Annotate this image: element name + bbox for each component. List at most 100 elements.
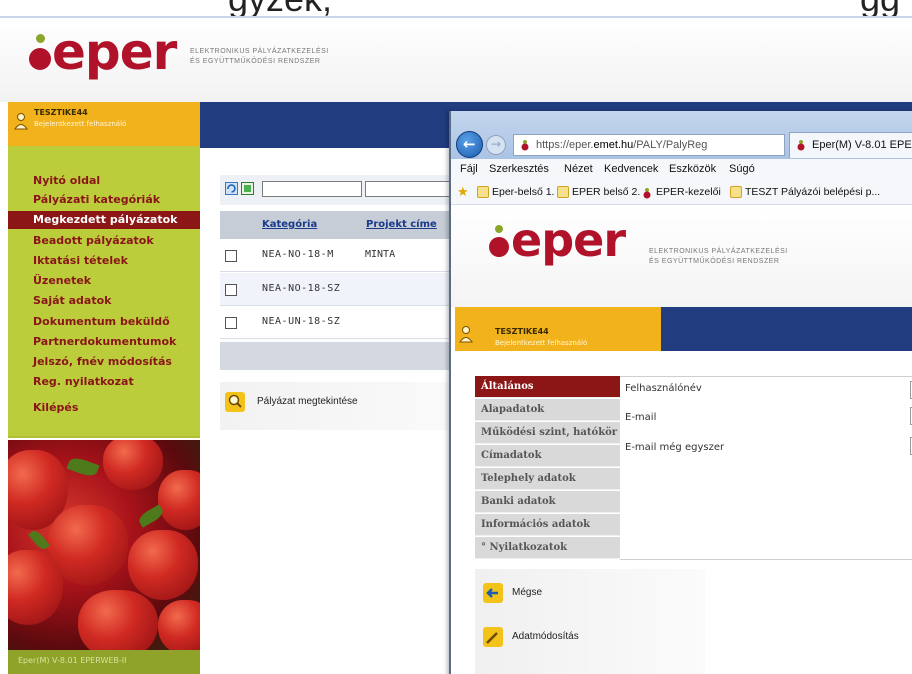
view-application-action[interactable]: Pályázat megtekintése: [220, 382, 452, 430]
filter-input-title[interactable]: [365, 181, 455, 197]
user-icon: [459, 326, 473, 343]
inner-subtitle-line2: ÉS EGYÜTTMŰKÖDÉSI RENDSZER: [649, 258, 780, 265]
row-checkbox[interactable]: [225, 250, 237, 262]
sidebar-item-jelszo-modositas[interactable]: Jelszó, fnév módosítás: [8, 353, 200, 371]
favorite-page-icon: [477, 186, 489, 198]
sidebar-item-beadott-palyazatok[interactable]: Beadott pályázatok: [8, 232, 200, 250]
row-category: NEA-NO-18-M: [262, 249, 334, 260]
tab-altalanos[interactable]: Általános: [475, 376, 620, 398]
logo-berry-icon: [489, 237, 509, 257]
cancel-label: Mégse: [512, 587, 543, 598]
inner-app-subtitle: ELEKTRONIKUS PÁLYÁZATKEZELÉSI ÉS EGYÜTTM…: [649, 247, 788, 267]
inner-user-name: TESZTIKE44: [495, 327, 549, 336]
favorites-star-icon[interactable]: ★: [457, 184, 469, 200]
menu-file[interactable]: Fájl: [460, 163, 478, 175]
sidebar-item-uzenetek[interactable]: Üzenetek: [8, 272, 200, 290]
inner-header-band: [661, 307, 912, 351]
favorites-bar: ★ Eper-belső 1. EPER belső 2. EPER-kezel…: [451, 181, 912, 205]
general-form: Felhasználónév E-mail E-mail még egyszer: [620, 376, 912, 560]
menu-edit[interactable]: Szerkesztés: [489, 163, 549, 175]
logo-text: eper: [52, 23, 177, 81]
username-label: Felhasználónév: [625, 383, 702, 394]
address-bar[interactable]: https://eper.emet.hu/PALY/PalyReg ⌕ ▾ 🔒 …: [513, 134, 785, 156]
menu-tools[interactable]: Eszközök: [669, 163, 716, 175]
inner-user-panel: TESZTIKE44 Bejelentkezett felhasználó: [455, 307, 661, 351]
excel-export-icon[interactable]: [241, 182, 254, 195]
sidebar-item-partnerdokumentumok[interactable]: Partnerdokumentumok: [8, 333, 200, 351]
refresh-icon[interactable]: [225, 182, 238, 195]
sidebar-item-megkezdett-palyazatok[interactable]: Megkezdett pályázatok: [8, 211, 200, 229]
app-subtitle-line1: ELEKTRONIKUS PÁLYÁZATKEZELÉSI: [190, 48, 329, 55]
sidebar-footer: Eper(M) V-8.01 EPERWEB-II: [8, 650, 200, 674]
email-confirm-label: E-mail még egyszer: [625, 442, 725, 453]
modify-label: Adatmódosítás: [512, 631, 579, 642]
tab-banki-adatok[interactable]: Banki adatok: [475, 491, 620, 513]
tab-informacios-adatok[interactable]: Információs adatok: [475, 514, 620, 536]
inner-user-role: Bejelentkezett felhasználó: [495, 339, 588, 347]
arrow-right-icon: →: [491, 137, 502, 151]
table-row[interactable]: NEA-NO-18-SZ: [220, 273, 452, 306]
sidebar-item-sajat-adatok[interactable]: Saját adatok: [8, 292, 200, 310]
screenshot-root: gyzék; gg eper ELEKTRONIKUS PÁLYÁZATKEZE…: [0, 0, 912, 674]
back-arrow-icon: [483, 583, 503, 603]
forward-button[interactable]: →: [486, 135, 506, 155]
favorite-link-4[interactable]: TESZT Pályázói belépési p...: [745, 186, 880, 198]
sidebar-item-palyazati-kategoriak[interactable]: Pályázati kategóriák: [8, 191, 200, 209]
eper-favicon-icon: [643, 188, 651, 199]
favorite-link-3[interactable]: EPER-kezelői: [656, 186, 721, 198]
tab-telephely-adatok[interactable]: Telephely adatok: [475, 468, 620, 490]
view-application-label: Pályázat megtekintése: [257, 396, 358, 407]
user-role: Bejelentkezett felhasználó: [34, 120, 127, 128]
sidebar-item-nyito-oldal[interactable]: Nyitó oldal: [8, 172, 200, 190]
favorite-link-2[interactable]: EPER belső 2.: [572, 186, 640, 198]
modify-button[interactable]: Adatmódosítás: [475, 623, 675, 653]
menu-help[interactable]: Súgó: [729, 163, 755, 175]
logo-berry-icon: [29, 48, 51, 70]
grid-toolbar: [220, 175, 455, 205]
sidebar-item-kilepes[interactable]: Kilépés: [8, 399, 200, 417]
browser-tab[interactable]: Eper(M) V-8.01 EPER: [789, 132, 912, 158]
pencil-icon: [483, 627, 503, 647]
sidebar-item-iktatasi-tetelek[interactable]: Iktatási tételek: [8, 252, 200, 270]
sidebar-item-reg-nyilatkozat[interactable]: Reg. nyilatkozat: [8, 373, 200, 391]
filter-input-category[interactable]: [262, 181, 362, 197]
tab-cimadatok[interactable]: Címadatok: [475, 445, 620, 467]
tab-nyilatkozatok[interactable]: ° Nyilatkozatok: [475, 537, 620, 559]
sidebar-item-dokumentum-bekuldo[interactable]: Dokumentum beküldő: [8, 313, 200, 331]
eper-favicon-icon: [797, 140, 805, 151]
app-logo[interactable]: eper: [14, 24, 184, 84]
menu-bar: Fájl Szerkesztés Nézet Kedvencek Eszközö…: [451, 159, 912, 181]
url-path: /PALY/PalyReg: [633, 139, 708, 151]
arrow-left-icon: ←: [463, 135, 476, 153]
row-checkbox[interactable]: [225, 284, 237, 296]
profile-tabs: Általános Alapadatok Működési szint, hat…: [475, 376, 620, 560]
table-row[interactable]: NEA-UN-18-SZ: [220, 306, 452, 339]
row-checkbox[interactable]: [225, 317, 237, 329]
row-category: NEA-UN-18-SZ: [262, 316, 341, 327]
menu-view[interactable]: Nézet: [564, 163, 593, 175]
strawberry-image: [8, 440, 200, 650]
cancel-button[interactable]: Mégse: [475, 579, 675, 609]
magnifier-icon: [225, 392, 245, 412]
back-button[interactable]: ←: [456, 131, 483, 158]
browser-window: ← → https://eper.emet.hu/PALY/PalyReg ⌕ …: [449, 111, 912, 674]
column-header-project-title[interactable]: Projekt címe: [366, 219, 437, 230]
column-header-category[interactable]: Kategória: [262, 219, 317, 230]
row-title: MINTA: [365, 249, 396, 260]
logo-leaf-icon: [36, 34, 45, 43]
tab-alapadatok[interactable]: Alapadatok: [475, 399, 620, 421]
row-category: NEA-NO-18-SZ: [262, 283, 341, 294]
favorite-link-1[interactable]: Eper-belső 1.: [492, 186, 554, 198]
favorite-page-icon: [730, 186, 742, 198]
menu-favorites[interactable]: Kedvencek: [604, 163, 658, 175]
favorite-page-icon: [557, 186, 569, 198]
tab-mukodesi-szint[interactable]: Működési szint, hatókör: [475, 422, 620, 444]
user-name: TESZTIKE44: [34, 108, 88, 117]
logo-leaf-icon: [495, 225, 503, 233]
version-label: Eper(M) V-8.01 EPERWEB-II: [18, 656, 127, 665]
url-domain: emet.hu: [593, 139, 634, 151]
table-row[interactable]: NEA-NO-18-M MINTA: [220, 239, 452, 272]
grid-footer: [220, 342, 452, 370]
inner-app-logo[interactable]: eper: [479, 215, 639, 267]
inner-app-header: eper ELEKTRONIKUS PÁLYÁZATKEZELÉSI ÉS EG…: [451, 205, 912, 307]
